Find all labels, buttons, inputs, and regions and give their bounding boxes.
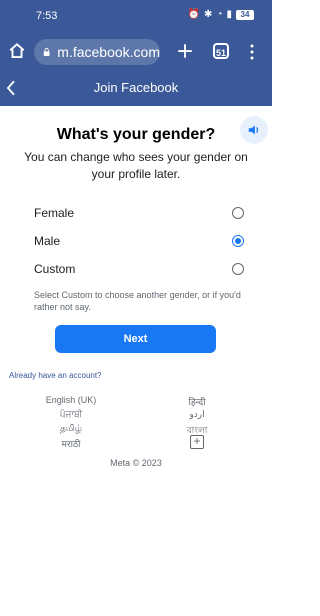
language-tamil[interactable]: தமிழ் (31, 423, 111, 435)
language-english-uk[interactable]: English (UK) (31, 395, 111, 405)
female-radio[interactable] (232, 207, 244, 219)
alarm-icon: ⏰ (187, 9, 201, 20)
status-bar: 7:53 ⏰ ✱ ◔ ▮ 34 (0, 0, 272, 34)
page-title: Join Facebook (93, 80, 179, 95)
wifi-icon: ◔ (216, 9, 223, 20)
gender-option-custom[interactable]: Custom (34, 259, 244, 279)
new-tab-icon[interactable] (176, 42, 194, 60)
tabs-button[interactable]: 51 (213, 43, 229, 59)
bluetooth-icon: ✱ (204, 9, 213, 20)
gender-title: What's your gender? (56, 126, 216, 143)
menu-icon[interactable] (248, 43, 256, 61)
gender-option-female[interactable]: Female (34, 203, 244, 223)
language-hindi[interactable]: हिन्दी (157, 395, 237, 408)
already-have-account-link[interactable]: Already have an account? (9, 371, 102, 380)
option-label: Custom (34, 262, 76, 276)
lock-icon (43, 48, 50, 57)
language-urdu[interactable]: اردو (157, 409, 237, 420)
custom-hint: Select Custom to choose another gender, … (34, 290, 241, 312)
option-label: Male (34, 234, 61, 248)
next-button[interactable]: Next (55, 325, 216, 353)
url-text: m.facebook.com (57, 44, 160, 60)
male-radio[interactable] (232, 235, 244, 247)
signal-icon: ▮ (226, 9, 232, 20)
gender-option-male[interactable]: Male (34, 231, 244, 251)
status-icons: ⏰ ✱ ◔ ▮ 34 (188, 9, 254, 20)
option-label: Female (34, 206, 75, 220)
language-marathi[interactable]: मराठी (31, 437, 111, 450)
copyright-text: Meta © 2023 (110, 458, 162, 468)
address-bar[interactable]: m.facebook.com (34, 39, 160, 65)
battery-indicator: 34 (236, 9, 254, 20)
browser-toolbar: m.facebook.com 51 (0, 34, 272, 70)
more-languages-button[interactable]: + (190, 435, 204, 449)
page-header: Join Facebook (0, 70, 272, 106)
gender-subtitle: You can change who sees your gender on y… (24, 150, 248, 181)
status-time: 7:53 (36, 10, 58, 22)
home-icon[interactable] (8, 42, 26, 60)
custom-radio[interactable] (232, 263, 244, 275)
language-punjabi[interactable]: ਪੰਜਾਬੀ (31, 409, 111, 420)
